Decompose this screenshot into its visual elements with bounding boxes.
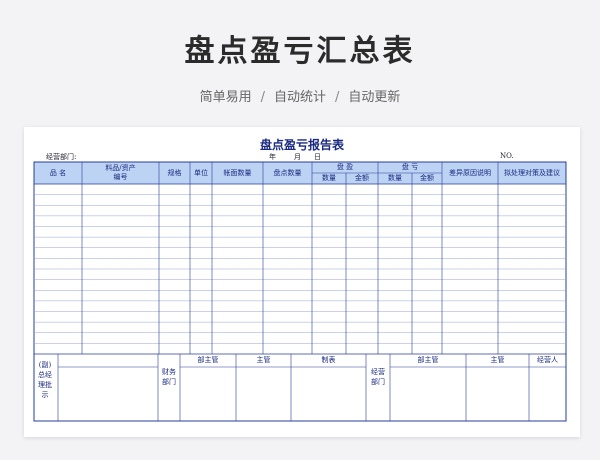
col-measure: 拟处理对策及建议: [504, 169, 560, 177]
operating-label: 经营部门: [371, 368, 385, 386]
outer-border: [33, 161, 567, 422]
col-gain-amount: 金额: [355, 174, 369, 182]
tag-separator: /: [260, 90, 265, 105]
col-loss-qty: 数量: [388, 174, 402, 182]
operating-supervisor: 主管: [490, 356, 505, 364]
tag-auto-update: 自动更新: [348, 90, 401, 105]
body-row-lines: [34, 194, 566, 344]
col-spec: 规格: [167, 169, 182, 177]
dept-label: 经营部门:: [46, 153, 77, 161]
tag-easy: 简单易用: [199, 90, 252, 105]
handler: 经营人: [537, 356, 558, 364]
finance-supervisor: 主管: [256, 356, 271, 364]
col-code-line1: 料品/资产: [105, 164, 136, 172]
tag-auto-stat: 自动统计: [273, 90, 326, 105]
banner-title: 盘点盈亏汇总表: [184, 34, 416, 69]
col-book-qty: 帐面数量: [223, 169, 252, 177]
col-loss: 盘 亏: [401, 163, 419, 171]
col-reason: 差异原因说明: [449, 169, 491, 177]
no-label: NO.: [500, 152, 514, 160]
col-gain: 盘 盈: [336, 163, 354, 171]
col-code-line2: 编号: [113, 173, 128, 181]
col-loss-amount: 金额: [420, 174, 434, 182]
finance-dept-supervisor: 部主管: [197, 356, 219, 364]
report-sheet: 盘点盈亏报告表 经营部门: 年 月 日 NO. 品 名 料品/资产 编号 规格 …: [24, 127, 580, 437]
form-title: 盘点盈亏报告表: [259, 138, 344, 152]
col-count-qty: 盘点数量: [273, 169, 302, 177]
col-name: 品 名: [49, 169, 67, 177]
banner-tagline: 简单易用 / 自动统计 / 自动更新: [0, 86, 600, 105]
tag-separator: /: [335, 90, 340, 105]
col-unit: 单位: [194, 169, 208, 177]
date-year: 年: [269, 153, 276, 161]
finance-label: 财务部门: [162, 368, 176, 386]
date-day: 日: [314, 153, 321, 161]
col-gain-qty: 数量: [322, 174, 336, 182]
approval-label: (副)总经理批示: [38, 361, 52, 399]
operating-dept-supervisor: 部主管: [417, 356, 439, 364]
prepared-by: 制表: [321, 356, 336, 364]
date-month: 月: [294, 153, 301, 161]
